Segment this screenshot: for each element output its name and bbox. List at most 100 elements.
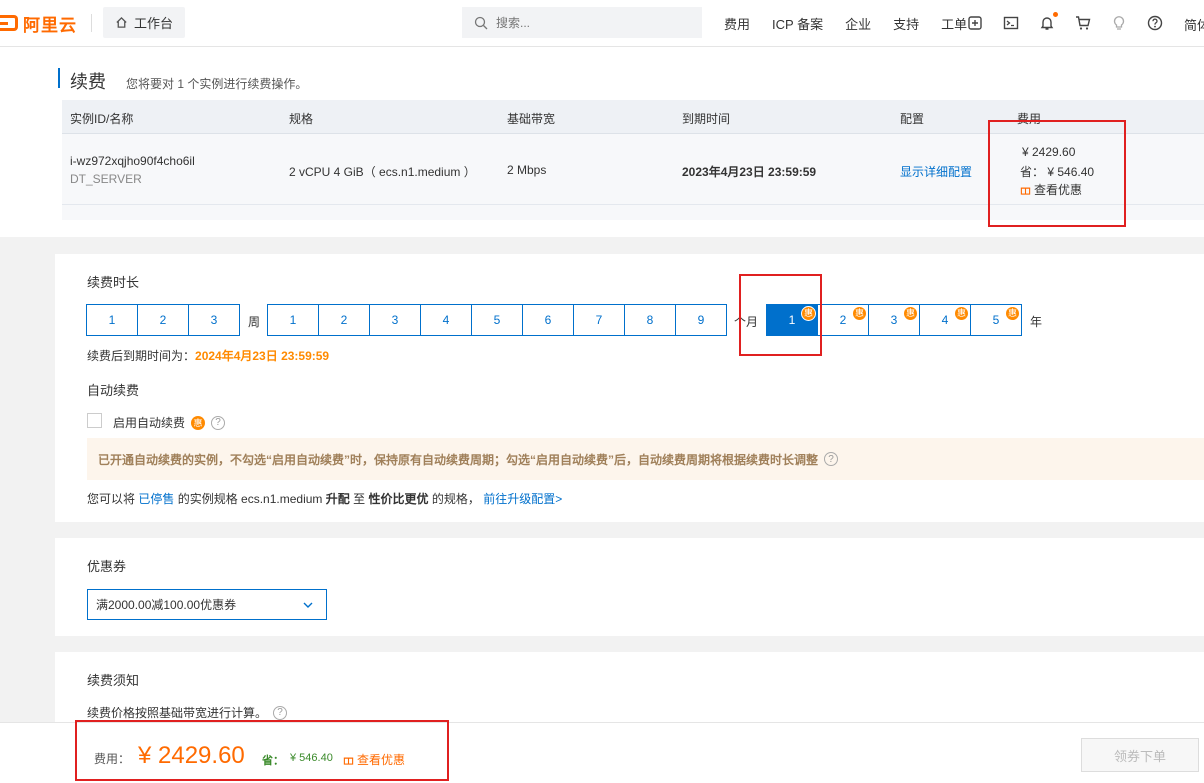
divider	[91, 14, 92, 32]
renew-notice-text: 续费价格按照基础带宽进行计算。	[87, 706, 268, 720]
instance-bandwidth: 2 Mbps	[507, 163, 547, 177]
expire-after-value: 2024年4月23日 23:59:59	[195, 349, 330, 363]
nav-icp[interactable]: ICP 备案	[772, 14, 823, 33]
year-option-2-label: 2	[839, 313, 847, 327]
workbench-button[interactable]: 工作台	[103, 7, 185, 38]
week-unit: 周	[248, 315, 261, 329]
year-option-5-label: 5	[992, 313, 1000, 327]
discount-badge: 惠	[954, 306, 969, 321]
help-icon[interactable]	[1146, 14, 1164, 32]
upgrade-text: 至	[353, 492, 366, 506]
help-circle-icon[interactable]: ?	[824, 452, 839, 466]
expire-after-label: 续费后到期时间为：	[87, 349, 196, 363]
aliyun-logo[interactable]: 阿里云	[0, 12, 77, 35]
help-circle-icon[interactable]: ?	[273, 705, 288, 720]
year-option-3[interactable]: 3惠	[869, 305, 920, 335]
instance-spec: 2 vCPU 4 GiB（ ecs.n1.medium ）	[289, 165, 476, 179]
month-option-7[interactable]: 7	[574, 305, 625, 335]
year-unit: 年	[1030, 315, 1043, 329]
highlight-fee-box	[988, 120, 1126, 227]
order-button[interactable]: 领券下单	[1081, 738, 1199, 772]
aliyun-logo-icon	[0, 15, 18, 31]
stopped-link[interactable]: 已停售	[138, 492, 174, 506]
nav-icons	[966, 12, 1164, 34]
discount-badge: 惠	[903, 306, 918, 321]
nav-fees[interactable]: 费用	[724, 14, 750, 33]
coupon-card	[55, 538, 1204, 636]
discount-badge: 惠	[852, 306, 867, 321]
autorenew-notice: 已开通自动续费的实例，不勾选“启用自动续费”时，保持原有自动续费周期；勾选“启用…	[87, 438, 1204, 480]
search-box[interactable]	[462, 7, 702, 38]
instance-expire: 2023年4月23日 23:59:59	[682, 165, 817, 179]
duration-title: 续费时长	[87, 275, 140, 290]
page-subtitle: 您将要对 1 个实例进行续费操作。	[126, 77, 308, 91]
instance-id: i-wz972xqjho90f4cho6il	[70, 154, 195, 168]
nav-links: 费用 ICP 备案 企业 支持 工单	[724, 0, 989, 47]
nav-support[interactable]: 支持	[893, 14, 919, 33]
upgrade-bold: 性价比更优	[368, 492, 429, 506]
search-input[interactable]	[496, 15, 676, 30]
month-option-6[interactable]: 6	[523, 305, 574, 335]
highlight-total-box	[75, 720, 449, 781]
year-option-4-label: 4	[941, 313, 949, 327]
week-option-1[interactable]: 1	[87, 305, 138, 335]
bell-icon[interactable]	[1038, 12, 1058, 32]
upgrade-link[interactable]: 前往升级配置>	[483, 492, 562, 506]
search-icon	[474, 16, 488, 29]
autorenew-label[interactable]: 启用自动续费	[113, 414, 185, 431]
autorenew-checkbox[interactable]	[87, 413, 102, 428]
col-bandwidth: 基础带宽	[507, 112, 556, 126]
renew-notice-title: 续费须知	[87, 673, 140, 688]
upgrade-text: 的实例规格 ecs.n1.medium	[177, 492, 323, 506]
page-title: 续费	[70, 72, 106, 92]
col-config: 配置	[900, 112, 925, 126]
week-option-2[interactable]: 2	[138, 305, 189, 335]
terminal-icon[interactable]	[1002, 14, 1020, 32]
month-option-8[interactable]: 8	[625, 305, 676, 335]
renew-notice-row: 续费价格按照基础带宽进行计算。 ?	[87, 704, 288, 721]
upgrade-bold: 升配	[325, 492, 350, 506]
app-icon[interactable]	[966, 14, 984, 32]
month-option-9[interactable]: 9	[676, 305, 726, 335]
notice-text: 已开通自动续费的实例，不勾选“启用自动续费”时，保持原有自动续费周期；勾选“启用…	[98, 452, 819, 467]
expire-after: 续费后到期时间为：2024年4月23日 23:59:59	[87, 347, 329, 364]
coupon-title: 优惠券	[87, 559, 127, 574]
year-option-4[interactable]: 4惠	[920, 305, 971, 335]
month-selector: 1 2 3 4 5 6 7 8 9	[267, 304, 727, 336]
year-option-2[interactable]: 2惠	[818, 305, 869, 335]
coupon-selected: 满2000.00减100.00优惠券	[96, 598, 237, 612]
week-option-3[interactable]: 3	[189, 305, 239, 335]
notification-dot	[1053, 12, 1058, 17]
instance-name: DT_SERVER	[70, 172, 142, 186]
autorenew-title: 自动续费	[87, 383, 140, 398]
top-navigation: 阿里云 工作台 费用 ICP 备案 企业 支持 工单 简体	[0, 0, 1204, 47]
upgrade-text: 的规格，	[431, 492, 480, 506]
month-option-2[interactable]: 2	[319, 305, 370, 335]
nav-enterprise[interactable]: 企业	[845, 14, 871, 33]
show-config-link[interactable]: 显示详细配置	[900, 163, 972, 180]
col-instance: 实例ID/名称	[70, 112, 134, 126]
upgrade-tip: 您可以将 已停售 的实例规格 ecs.n1.medium 升配 至 性价比更优 …	[87, 490, 562, 507]
discount-badge: 惠	[191, 415, 206, 430]
highlight-year-box	[739, 274, 822, 356]
home-icon	[116, 16, 127, 28]
upgrade-text: 您可以将	[87, 492, 136, 506]
autorenew-label-group: 启用自动续费 惠 ?	[113, 414, 226, 431]
month-option-5[interactable]: 5	[472, 305, 523, 335]
col-expire: 到期时间	[682, 112, 731, 126]
month-option-4[interactable]: 4	[421, 305, 472, 335]
language-switch[interactable]: 简体	[1184, 15, 1204, 34]
year-option-5[interactable]: 5惠	[971, 305, 1021, 335]
help-circle-icon[interactable]: ?	[211, 415, 226, 430]
nav-ticket[interactable]: 工单	[941, 14, 967, 33]
col-spec: 规格	[289, 112, 314, 126]
coupon-select[interactable]: 满2000.00减100.00优惠券	[87, 589, 327, 620]
week-selector: 1 2 3	[86, 304, 240, 336]
duration-card	[55, 254, 1204, 522]
month-option-3[interactable]: 3	[370, 305, 421, 335]
bulb-icon[interactable]	[1110, 14, 1128, 32]
brand-name: 阿里云	[23, 15, 77, 35]
cart-icon[interactable]	[1074, 14, 1092, 32]
workbench-label: 工作台	[133, 16, 173, 31]
month-option-1[interactable]: 1	[268, 305, 319, 335]
